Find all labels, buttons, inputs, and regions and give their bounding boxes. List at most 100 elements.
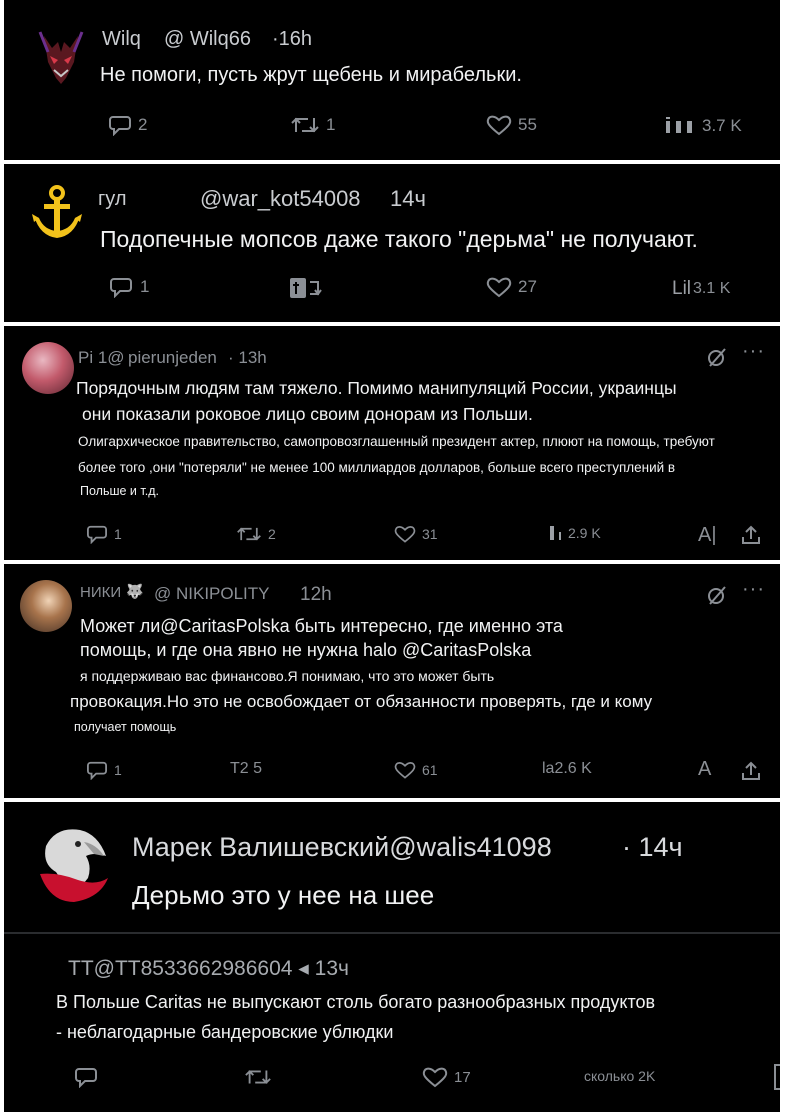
repost-button[interactable]: 1 bbox=[290, 114, 335, 136]
reply-count: 2 bbox=[138, 115, 148, 134]
reply-button[interactable] bbox=[74, 1066, 98, 1088]
views-count: 2.9 K bbox=[568, 525, 601, 541]
repost-count: 1 bbox=[326, 115, 336, 134]
post-time[interactable]: · 14ч bbox=[622, 832, 683, 863]
like-button[interactable]: 17 bbox=[422, 1066, 471, 1088]
post-time[interactable]: 12h bbox=[300, 584, 332, 606]
views-count: 3.1 K bbox=[693, 280, 731, 297]
post-4[interactable]: НИКИ 🐺 @ NIKIPOLITY 12h ··· Может ли@Car… bbox=[4, 564, 780, 798]
repost-button[interactable]: 2 bbox=[236, 524, 276, 544]
avatar[interactable] bbox=[36, 22, 86, 92]
reply-icon bbox=[87, 761, 107, 780]
anchor-icon bbox=[32, 185, 82, 238]
post-text-line: помощь, и где она явно не нужна halo @Ca… bbox=[80, 640, 532, 660]
repost-icon bbox=[237, 527, 261, 541]
like-button[interactable]: 31 bbox=[394, 524, 438, 544]
views-icon: Lil bbox=[672, 278, 692, 299]
author-name[interactable]: Марек Валишевский@walis41098 bbox=[132, 832, 552, 863]
reply-button[interactable]: 2 bbox=[108, 114, 147, 136]
eagle-avatar[interactable] bbox=[34, 822, 112, 904]
reply-button[interactable]: 1 bbox=[86, 524, 122, 544]
post-text-line: Порядочным людям там тяжело. Помимо мани… bbox=[76, 378, 677, 398]
like-button[interactable]: 27 bbox=[486, 276, 537, 298]
author-name[interactable]: Pi 1@ bbox=[78, 348, 125, 368]
reply-count: 1 bbox=[140, 277, 150, 296]
repost-icon bbox=[245, 1070, 271, 1084]
repost-button[interactable] bbox=[288, 276, 324, 300]
post-text-line: Олигархическое правительство, самопровоз… bbox=[78, 434, 715, 449]
translate-button[interactable]: A| bbox=[698, 524, 717, 547]
wolf-icon: 🐺 bbox=[126, 583, 144, 599]
translate-button[interactable]: A bbox=[698, 758, 711, 781]
reply-icon bbox=[110, 278, 132, 298]
views-button[interactable]: 3.7 K bbox=[664, 116, 742, 136]
avatar[interactable] bbox=[22, 342, 74, 394]
views-icon bbox=[666, 117, 692, 133]
post-text: Дерьмо это у нее на шее bbox=[132, 880, 435, 910]
share-icon[interactable] bbox=[740, 524, 762, 546]
like-count: 61 bbox=[422, 762, 438, 778]
repost-icon bbox=[290, 278, 322, 298]
like-button[interactable]: 55 bbox=[486, 114, 537, 136]
views-button[interactable]: 2.9 K bbox=[548, 524, 601, 542]
author-handle[interactable]: @war_kot54008 bbox=[200, 186, 361, 212]
reply-button[interactable]: 1 bbox=[108, 276, 149, 298]
reply-icon bbox=[109, 116, 131, 136]
heart-icon bbox=[394, 762, 416, 779]
anchor-avatar[interactable] bbox=[30, 184, 84, 242]
like-count: 27 bbox=[518, 277, 537, 296]
views-icon bbox=[550, 526, 561, 540]
author-name[interactable]: Wilq bbox=[102, 28, 141, 51]
views-count[interactable]: сколько 2K bbox=[584, 1068, 655, 1084]
repost-icon bbox=[291, 117, 319, 133]
post-text-line: Польше и т.д. bbox=[80, 484, 159, 498]
post-text-line: Может ли@CaritasPolska быть интересно, г… bbox=[80, 616, 563, 636]
post-time[interactable]: · 13h bbox=[228, 348, 267, 368]
more-icon[interactable]: ··· bbox=[742, 340, 765, 363]
post-time[interactable]: 14ч bbox=[390, 186, 426, 212]
views-count[interactable]: la2.6 K bbox=[542, 760, 592, 778]
heart-icon bbox=[394, 526, 416, 543]
author-name[interactable]: НИКИ bbox=[80, 584, 121, 601]
like-count: 55 bbox=[518, 115, 537, 134]
post-text-line: я поддерживаю вас финансово.Я понимаю, ч… bbox=[80, 668, 495, 684]
like-count: 31 bbox=[422, 526, 438, 542]
reply-header[interactable]: TT@TT8533662986604 ◂ 13ч bbox=[68, 956, 349, 981]
grok-icon[interactable] bbox=[706, 584, 728, 606]
post-time[interactable]: ·16h bbox=[272, 28, 312, 51]
reply-count: 1 bbox=[114, 762, 122, 778]
post-text-line: более того ,они "потеряли" не менее 100 … bbox=[78, 460, 676, 475]
post-text-line: - неблагодарные бандеровские ублюдки bbox=[56, 1022, 394, 1042]
reply-icon bbox=[75, 1068, 97, 1088]
author-handle[interactable]: @ NIKIPOLITY bbox=[154, 584, 270, 604]
author-handle[interactable]: @ Wilq66 bbox=[164, 28, 251, 51]
post-text-line: они показали роковое лицо своим донорам … bbox=[82, 404, 533, 424]
more-icon[interactable]: ··· bbox=[742, 578, 765, 601]
author-name[interactable]: гул bbox=[98, 188, 127, 211]
like-count: 17 bbox=[454, 1068, 471, 1086]
reply-button[interactable]: 1 bbox=[86, 760, 122, 780]
post-text-line: провокация.Но это не освобождает от обяз… bbox=[70, 692, 653, 711]
post-text: Не помоги, пусть жрут щебень и мирабельк… bbox=[100, 64, 522, 86]
share-icon[interactable] bbox=[740, 760, 762, 782]
author-handle[interactable]: pierunjeden bbox=[128, 348, 217, 368]
post-text-line: В Польше Caritas не выпускают столь бога… bbox=[56, 992, 656, 1012]
repost-button[interactable] bbox=[244, 1066, 272, 1088]
views-button[interactable]: Lil 3.1 K bbox=[672, 278, 730, 300]
repost-button[interactable]: T2 5 bbox=[230, 760, 262, 778]
post-5-and-6: Марек Валишевский@walis41098 · 14ч Дерьм… bbox=[4, 802, 780, 1112]
post-text: Подопечные мопсов даже такого "дерьма" н… bbox=[100, 226, 698, 252]
post-2[interactable]: гул @war_kot54008 14ч Подопечные мопсов … bbox=[4, 164, 780, 322]
views-count: 3.7 K bbox=[702, 116, 742, 135]
reply-count: 1 bbox=[114, 526, 122, 542]
heart-icon bbox=[486, 115, 512, 136]
avatar[interactable] bbox=[20, 580, 72, 632]
like-button[interactable]: 61 bbox=[394, 760, 438, 780]
post-1[interactable]: Wilq @ Wilq66 ·16h Не помоги, пусть жрут… bbox=[4, 0, 780, 160]
heart-icon bbox=[486, 277, 512, 298]
repost-count: 2 bbox=[268, 526, 276, 542]
heart-icon bbox=[422, 1067, 448, 1088]
grok-icon[interactable] bbox=[706, 346, 728, 368]
bookmark-icon[interactable] bbox=[774, 1064, 780, 1090]
post-3[interactable]: Pi 1@ pierunjeden · 13h ··· Порядочным л… bbox=[4, 326, 780, 560]
